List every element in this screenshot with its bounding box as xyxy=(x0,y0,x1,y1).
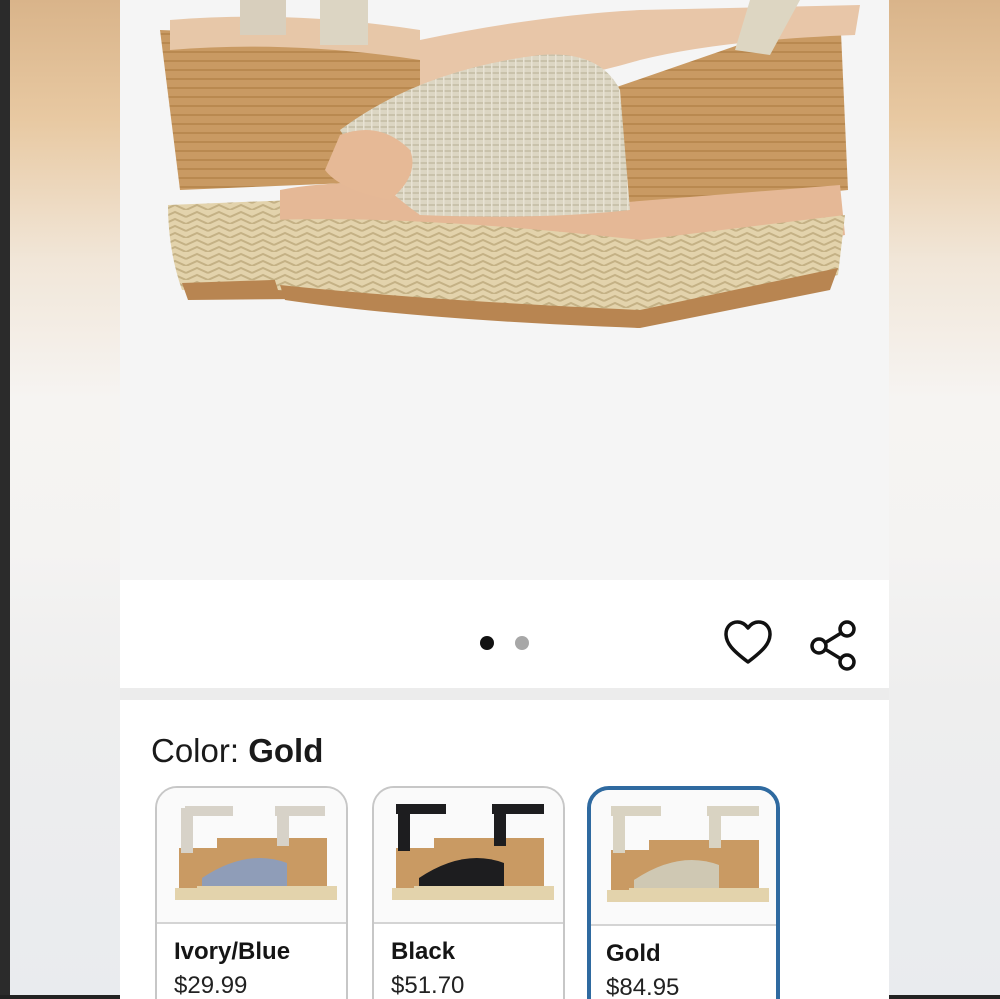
color-option-black[interactable]: Black $51.70 xyxy=(372,786,565,999)
product-page: Color: Gold Ivory/Blue $29.99 Black $51.… xyxy=(120,0,889,999)
swatch-name: Gold xyxy=(606,940,661,967)
sandal-illustration xyxy=(160,0,860,328)
color-selector: Color: Gold Ivory/Blue $29.99 Black $51.… xyxy=(120,700,889,999)
sandal-thumbnail-ivory-blue xyxy=(175,806,337,900)
color-option-gold[interactable]: Gold $84.95 xyxy=(587,786,780,999)
swatch-price: $51.70 xyxy=(391,972,465,999)
swatch-thumbnail xyxy=(374,788,563,922)
swatch-name: Black xyxy=(391,938,456,965)
share-button[interactable] xyxy=(806,616,862,672)
section-divider xyxy=(120,688,889,700)
color-label-text: Color: xyxy=(151,732,249,769)
selected-color-value: Gold xyxy=(248,732,324,769)
swatch-price: $29.99 xyxy=(174,972,248,999)
favorite-button[interactable] xyxy=(720,616,776,672)
product-action-bar xyxy=(120,580,889,688)
product-image[interactable] xyxy=(120,0,889,580)
color-option-ivory-blue[interactable]: Ivory/Blue $29.99 xyxy=(155,786,348,999)
color-heading: Color: Gold xyxy=(151,732,323,770)
share-icon xyxy=(810,620,856,671)
heart-outline-icon xyxy=(724,620,772,664)
sandal-thumbnail-black xyxy=(392,804,554,900)
swatch-divider xyxy=(374,922,563,924)
swatch-thumbnail xyxy=(591,790,776,924)
carousel-dot-active[interactable] xyxy=(480,636,494,650)
swatch-price: $84.95 xyxy=(606,974,680,999)
sandal-thumbnail-gold xyxy=(607,806,769,902)
swatch-name: Ivory/Blue xyxy=(174,938,291,965)
swatch-thumbnail xyxy=(157,788,346,922)
carousel-dot-inactive[interactable] xyxy=(515,636,529,650)
swatch-divider xyxy=(591,924,776,926)
swatch-divider xyxy=(157,922,346,924)
